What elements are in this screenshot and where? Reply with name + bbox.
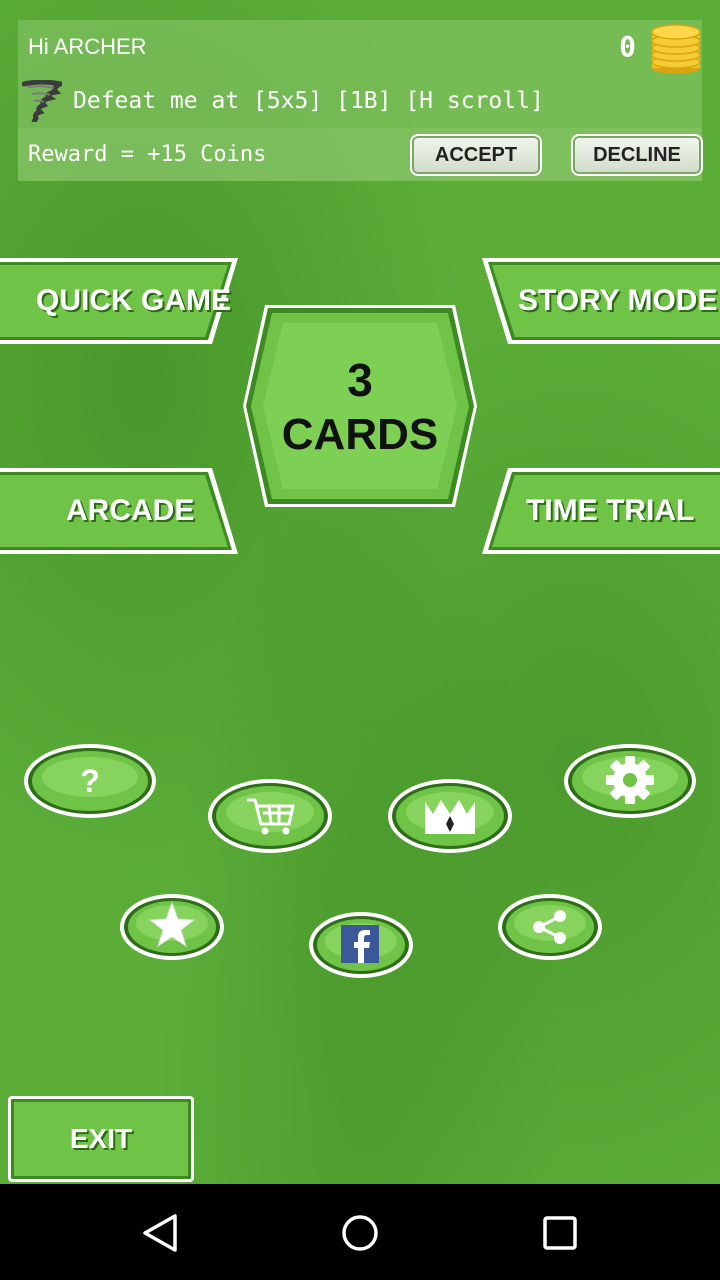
gear-icon [606,756,654,804]
reward-text: Reward = +15 Coins [28,142,267,167]
system-navigation-bar [0,1184,720,1280]
time-trial-label: TIME TRIAL [526,494,695,527]
shop-button[interactable] [207,778,333,854]
question-mark-icon: ? [80,762,100,799]
settings-button[interactable] [563,743,697,819]
rate-button[interactable] [119,893,225,961]
facebook-icon [341,925,379,963]
coins-icon [651,24,701,74]
leaderboard-button[interactable] [387,778,513,854]
accept-button[interactable]: ACCEPT [410,134,542,176]
exit-button[interactable]: EXIT [8,1096,194,1182]
game-title-badge: 3 CARDS [243,305,477,507]
story-mode-label: STORY MODE [518,284,718,317]
game-screen: Hi ARCHER 0 Defeat me at [5x5] [1B] [H s… [0,0,720,1184]
story-mode-button[interactable]: STORY MODE [480,256,720,346]
quick-game-label: QUICK GAME [36,284,231,317]
reward-row: Reward = +15 Coins ACCEPT DECLINE [18,128,703,181]
time-trial-button[interactable]: TIME TRIAL [480,466,720,556]
back-icon[interactable] [135,1208,185,1258]
arcade-button[interactable]: ARCADE [0,466,240,556]
home-icon[interactable] [335,1208,385,1258]
help-button[interactable]: ? [23,743,157,819]
decline-button[interactable]: DECLINE [571,134,703,176]
arcade-label: ARCADE [66,494,195,527]
recents-icon[interactable] [535,1208,585,1258]
quick-game-button[interactable]: QUICK GAME [0,256,240,346]
coin-count: 0 [619,30,636,63]
facebook-button[interactable] [308,911,414,979]
greeting-text: Hi ARCHER [28,34,147,59]
challenge-panel: Hi ARCHER 0 Defeat me at [5x5] [1B] [H s… [18,20,703,181]
challenge-text: Defeat me at [5x5] [1B] [H scroll] [73,88,544,114]
title-word: CARDS [281,410,439,459]
title-number: 3 [347,354,373,406]
tornado-icon [22,80,62,122]
share-button[interactable] [497,893,603,961]
